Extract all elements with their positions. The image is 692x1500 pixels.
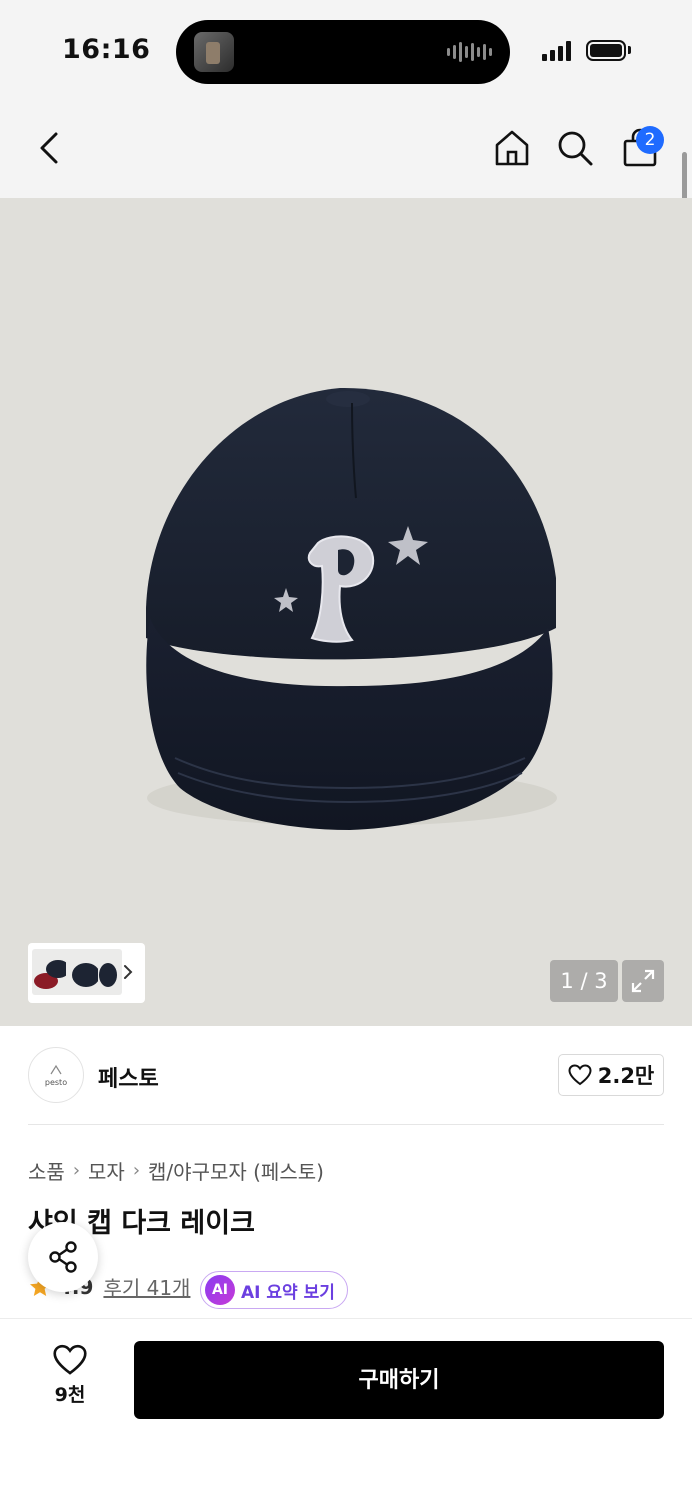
share-button[interactable]: [28, 1222, 98, 1292]
product-image-gallery[interactable]: [0, 198, 692, 1026]
battery-tip: [628, 46, 631, 54]
breadcrumb-item[interactable]: 모자: [88, 1156, 125, 1185]
heart-icon: [53, 1344, 87, 1375]
expand-icon: [631, 969, 655, 993]
search-icon: [558, 131, 593, 166]
ai-summary-button[interactable]: AI AI 요약 보기: [200, 1271, 348, 1309]
status-bar: 16:16: [0, 0, 692, 100]
product-image-cap: [146, 387, 557, 830]
back-button[interactable]: [28, 126, 72, 170]
brand-logo[interactable]: pesto: [28, 1047, 84, 1103]
ai-icon: AI: [205, 1275, 235, 1305]
ai-summary-label: AI 요약 보기: [241, 1282, 335, 1303]
chevron-left-icon: [40, 132, 58, 164]
heart-icon: [568, 1064, 592, 1086]
wishlist-count: 9천: [54, 1384, 86, 1406]
audio-wave-icon: [447, 42, 492, 62]
expand-image-button[interactable]: [622, 960, 664, 1002]
home-button[interactable]: [490, 126, 534, 170]
cart-count-badge: 2: [636, 126, 664, 154]
brand-logo-text: pesto: [44, 1077, 68, 1087]
breadcrumb-item[interactable]: 캡/야구모자 (페스토): [148, 1156, 324, 1185]
cellular-signal-icon: [542, 40, 571, 61]
top-nav-bar: [0, 100, 692, 198]
breadcrumb-separator-icon: ›: [132, 1160, 141, 1181]
dynamic-island[interactable]: [176, 20, 510, 84]
battery-icon: [586, 40, 626, 61]
image-page-counter: 1 / 3: [550, 960, 618, 1002]
buy-button[interactable]: 구매하기: [134, 1341, 664, 1419]
share-icon: [49, 1241, 77, 1273]
reviews-link[interactable]: 후기 41개: [103, 1272, 190, 1301]
brand-name[interactable]: 페스토: [98, 1061, 159, 1093]
brand-like-count: 2.2만: [597, 1064, 655, 1088]
breadcrumb: 소품 › 모자 › 캡/야구모자 (페스토): [28, 1156, 324, 1185]
chevron-right-icon: [124, 965, 133, 979]
thumbnail-more-button[interactable]: [118, 962, 138, 982]
status-time: 16:16: [62, 34, 151, 65]
brand-like-button[interactable]: 2.2만: [558, 1054, 664, 1096]
brand-logo-mark: [50, 1064, 62, 1074]
search-button[interactable]: [553, 126, 597, 170]
now-playing-thumbnail: [194, 32, 234, 72]
breadcrumb-item[interactable]: 소품: [28, 1156, 65, 1185]
breadcrumb-separator-icon: ›: [72, 1160, 81, 1181]
divider: [28, 1124, 664, 1125]
wishlist-button[interactable]: 9천: [40, 1344, 100, 1414]
home-icon: [495, 130, 529, 166]
